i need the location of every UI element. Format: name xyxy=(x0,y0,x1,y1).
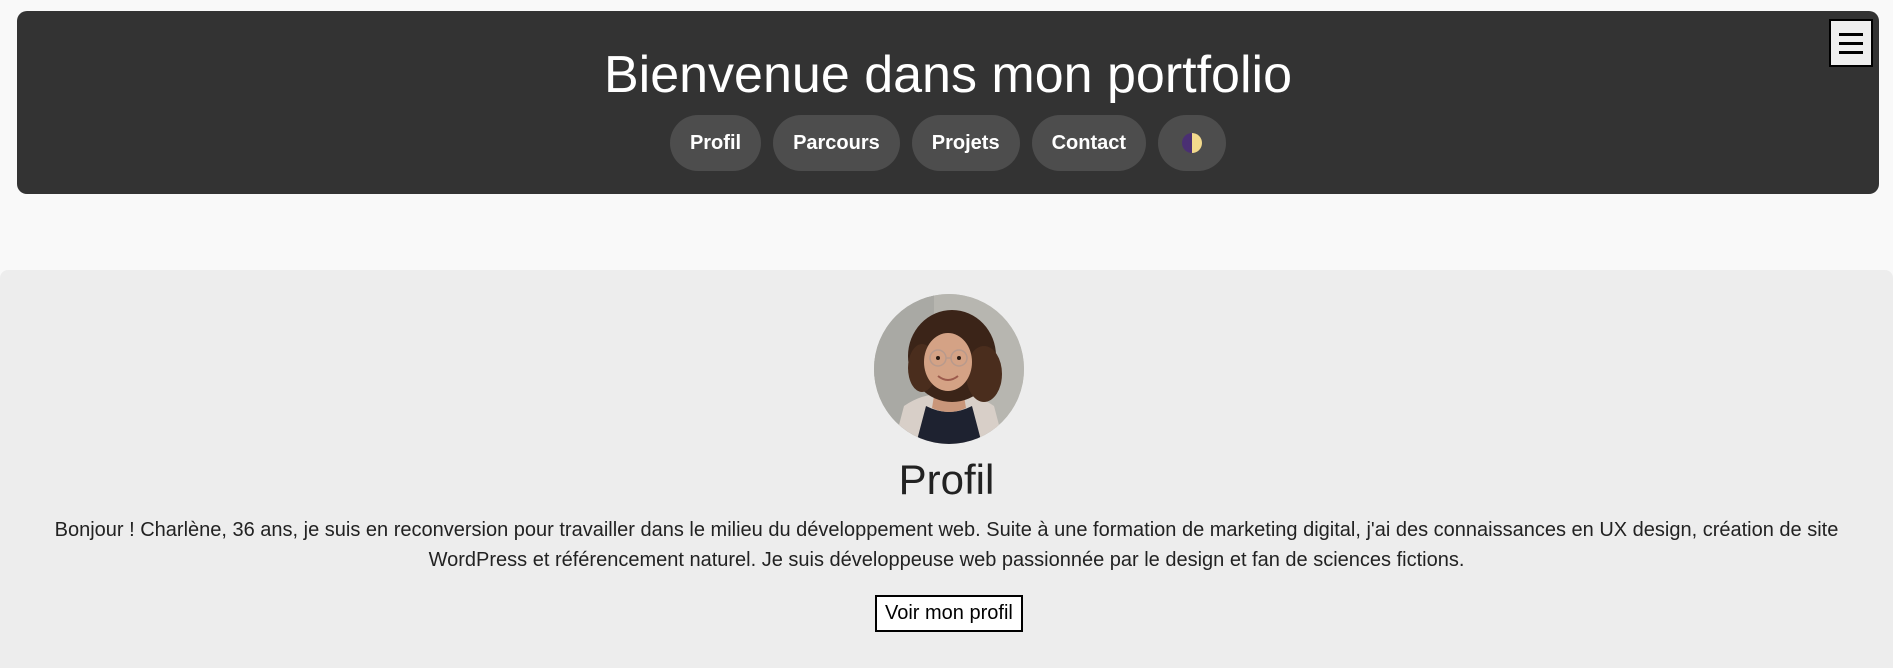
page: Bienvenue dans mon portfolio Profil Parc… xyxy=(0,0,1893,668)
half-moon-theme-icon xyxy=(1182,133,1203,153)
nav-item-projets[interactable]: Projets xyxy=(911,115,1020,171)
profile-description: Bonjour ! Charlène, 36 ans, je suis en r… xyxy=(54,519,1839,571)
nav-item-profil[interactable]: Profil xyxy=(669,115,762,171)
site-header: Bienvenue dans mon portfolio Profil Parc… xyxy=(17,11,1879,194)
nav-item-parcours[interactable]: Parcours xyxy=(773,115,900,171)
page-title: Bienvenue dans mon portfolio xyxy=(603,46,1292,104)
theme-toggle-button[interactable] xyxy=(1158,115,1227,171)
main-nav: Profil Parcours Projets Contact xyxy=(17,115,1879,171)
profile-photo xyxy=(874,294,1024,444)
hamburger-menu-button[interactable] xyxy=(1829,19,1873,67)
profile-section: Profil Bonjour ! Charlène, 36 ans, je su… xyxy=(0,270,1893,668)
profile-heading: Profil xyxy=(898,456,995,503)
avatar xyxy=(874,294,1024,444)
hamburger-icon xyxy=(1839,32,1863,54)
nav-item-contact[interactable]: Contact xyxy=(1031,115,1147,171)
view-profile-button[interactable]: Voir mon profil xyxy=(875,595,1023,632)
